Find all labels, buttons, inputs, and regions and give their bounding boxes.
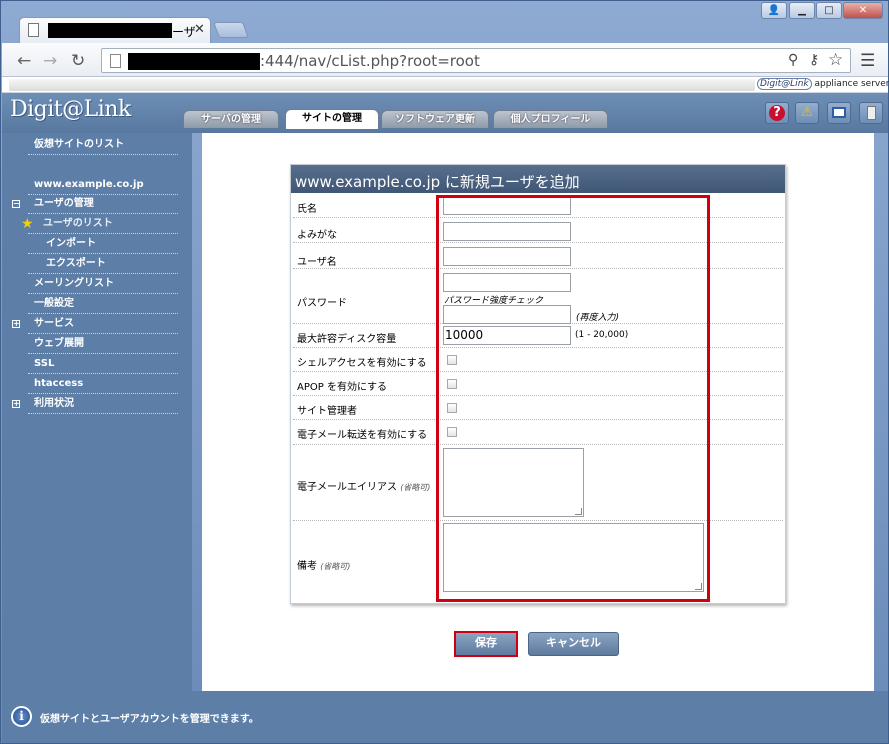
divider bbox=[28, 154, 178, 155]
sidebar-item-label: ユーザの管理 bbox=[34, 198, 94, 209]
redacted-tab-title bbox=[48, 23, 172, 38]
remarks-optional-note: (省略可) bbox=[320, 562, 351, 571]
tab-software-update[interactable]: ソフトウェア更新 bbox=[381, 110, 489, 128]
sidebar-item-label: 利用状況 bbox=[34, 398, 74, 409]
sidebar-item-label: 一般設定 bbox=[34, 298, 74, 309]
sidebar-item-services[interactable]: + サービス bbox=[2, 314, 192, 334]
address-bar[interactable]: :444/nav/cList.php?root=root ⚲ ⚷ ☆ bbox=[101, 48, 851, 73]
sidebar-item-user-admin[interactable]: − ユーザの管理 bbox=[2, 194, 192, 214]
sidebar-item-ssl[interactable]: SSL bbox=[2, 354, 192, 374]
sidebar-item-import[interactable]: インポート bbox=[2, 234, 192, 254]
tab-personal-profile[interactable]: 個人プロフィール bbox=[493, 110, 608, 128]
sidebar-item-htaccess[interactable]: htaccess bbox=[2, 374, 192, 394]
browser-tab[interactable]: ーザ ✕ bbox=[19, 17, 211, 43]
sidebar-item-web-deploy[interactable]: ウェブ展開 bbox=[2, 334, 192, 354]
sidebar-item-label: www.example.co.jp bbox=[34, 179, 144, 190]
browser-window: ーザ ✕ 👤 ▁ □ ✕ ← → ↻ :444/nav/cList.php?ro… bbox=[0, 0, 889, 744]
forward-icon[interactable]: → bbox=[43, 51, 57, 71]
password-label: パスワード bbox=[297, 298, 347, 309]
name-label: 氏名 bbox=[297, 204, 317, 215]
app-header: Digit@Link サーバの管理 サイトの管理 ソフトウェア更新 個人プロフィ… bbox=[2, 93, 888, 133]
alias-label: 電子メールエイリアス (省略可) bbox=[297, 478, 430, 493]
maximize-button[interactable]: □ bbox=[816, 2, 842, 19]
close-tab-icon[interactable]: ✕ bbox=[194, 22, 205, 37]
status-bar: i 仮想サイトとユーザアカウントを管理できます。 bbox=[2, 691, 888, 743]
quota-label: 最大許容ディスク容量 bbox=[297, 334, 397, 345]
sidebar-item-general-settings[interactable]: 一般設定 bbox=[2, 294, 192, 314]
page-icon bbox=[110, 54, 121, 68]
info-icon: i bbox=[11, 706, 32, 727]
appliance-brand: Digit@Link appliance server bbox=[757, 77, 889, 92]
close-window-button[interactable]: ✕ bbox=[843, 2, 883, 19]
sidebar-item-site[interactable]: www.example.co.jp bbox=[2, 175, 192, 195]
menu-icon[interactable]: ☰ bbox=[860, 51, 875, 71]
sidebar-item-label: ウェブ展開 bbox=[34, 338, 84, 349]
form-title: www.example.co.jp に新規ユーザを追加 bbox=[291, 165, 785, 193]
key-icon[interactable]: ⚷ bbox=[809, 52, 819, 68]
tab-title: ーザ bbox=[172, 25, 196, 39]
sidebar-item-export[interactable]: エクスポート bbox=[2, 254, 192, 274]
sidebar: 仮想サイトのリスト www.example.co.jp − ユーザの管理 ★ ユ… bbox=[2, 133, 192, 691]
expand-icon[interactable]: + bbox=[12, 320, 20, 328]
url-text: :444/nav/cList.php?root=root bbox=[260, 52, 480, 70]
sidebar-item-mailing-list[interactable]: メーリングリスト bbox=[2, 274, 192, 294]
yomigana-label: よみがな bbox=[297, 230, 337, 241]
divider bbox=[28, 413, 178, 414]
zoom-icon[interactable]: ⚲ bbox=[788, 52, 798, 68]
alias-optional-note: (省略可) bbox=[400, 483, 431, 492]
collapse-icon[interactable]: − bbox=[12, 200, 20, 208]
brand-suffix: appliance server bbox=[814, 79, 889, 89]
sidebar-item-label: SSL bbox=[34, 358, 55, 369]
logout-icon[interactable] bbox=[859, 102, 883, 124]
redacted-host bbox=[128, 53, 260, 70]
alias-label-text: 電子メールエイリアス bbox=[297, 482, 397, 493]
forward-label: 電子メール転送を有効にする bbox=[297, 430, 428, 441]
remarks-label-text: 備考 bbox=[297, 561, 317, 572]
reload-icon[interactable]: ↻ bbox=[71, 51, 85, 71]
profile-icon[interactable]: 👤 bbox=[761, 2, 787, 19]
sidebar-item-label: インポート bbox=[46, 238, 96, 249]
help-icon[interactable]: ? bbox=[765, 102, 789, 124]
back-icon[interactable]: ← bbox=[17, 51, 31, 71]
sidebar-item-label: サービス bbox=[34, 318, 74, 329]
site-admin-label: サイト管理者 bbox=[297, 406, 357, 417]
remarks-label: 備考 (省略可) bbox=[297, 557, 350, 572]
expand-icon[interactable]: + bbox=[12, 400, 20, 408]
minimize-button[interactable]: ▁ bbox=[789, 2, 815, 19]
sidebar-item-label: ユーザのリスト bbox=[43, 218, 113, 229]
bookmark-bar bbox=[9, 79, 755, 91]
sidebar-item-usage[interactable]: + 利用状況 bbox=[2, 394, 192, 414]
highlight-box bbox=[436, 195, 710, 602]
shell-label: シェルアクセスを有効にする bbox=[297, 358, 427, 369]
monitor-icon[interactable] bbox=[827, 102, 851, 124]
sidebar-item-label: 仮想サイトのリスト bbox=[34, 139, 124, 150]
page-icon bbox=[28, 23, 39, 37]
warning-icon[interactable]: ⚠ bbox=[795, 102, 819, 124]
browser-toolbar: ← → ↻ :444/nav/cList.php?root=root ⚲ ⚷ ☆… bbox=[2, 43, 888, 77]
sidebar-item-label: htaccess bbox=[34, 378, 84, 389]
username-label: ユーザ名 bbox=[297, 257, 337, 268]
sidebar-item-label: メーリングリスト bbox=[34, 278, 114, 289]
new-tab-button[interactable] bbox=[213, 22, 249, 38]
sidebar-item-user-list[interactable]: ★ ユーザのリスト bbox=[2, 214, 192, 234]
tab-site-admin[interactable]: サイトの管理 bbox=[285, 109, 379, 129]
bookmark-strip: Digit@Link appliance server bbox=[2, 77, 889, 93]
sidebar-item-virtual-sites[interactable]: 仮想サイトのリスト bbox=[2, 135, 192, 155]
sidebar-item-label: エクスポート bbox=[46, 258, 106, 269]
star-icon: ★ bbox=[21, 216, 34, 232]
star-icon[interactable]: ☆ bbox=[828, 50, 843, 70]
status-text: 仮想サイトとユーザアカウントを管理できます。 bbox=[40, 714, 259, 725]
brand-logo: Digit@Link bbox=[757, 78, 812, 90]
cancel-button[interactable]: キャンセル bbox=[528, 632, 619, 656]
apop-label: APOP を有効にする bbox=[297, 382, 388, 393]
save-button[interactable]: 保存 bbox=[454, 631, 518, 657]
tab-server-admin[interactable]: サーバの管理 bbox=[183, 110, 279, 128]
app-logo: Digit@Link bbox=[10, 97, 131, 122]
